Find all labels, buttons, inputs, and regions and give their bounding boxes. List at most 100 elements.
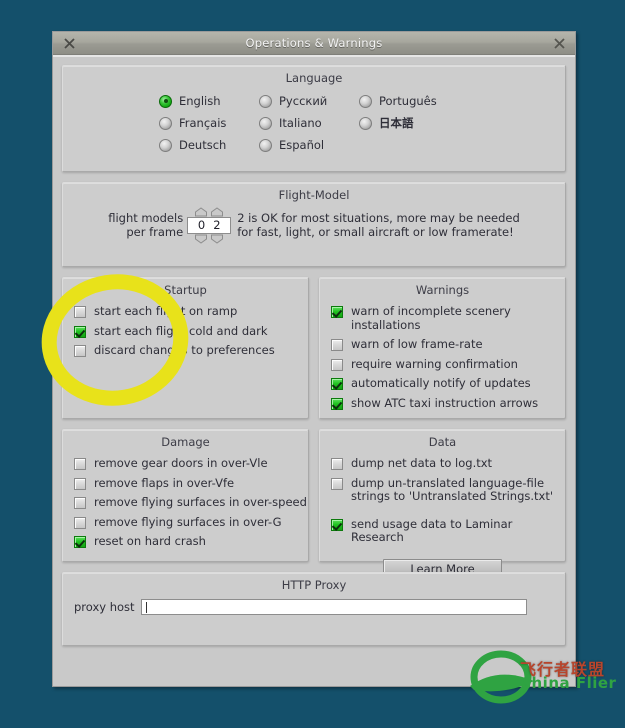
close-icon-left[interactable] [61,35,77,51]
checkbox-row[interactable]: remove gear doors in over-Vle [74,456,308,471]
flight-model-value-box[interactable]: 0 2 [187,206,232,244]
checkbox-icon[interactable] [331,339,343,351]
checkbox-label: start each flight cold and dark [94,323,268,338]
checkbox-row[interactable]: start each flight on ramp [74,304,308,319]
text-caret [145,602,147,613]
checkbox-row[interactable]: send usage data to Laminar Research [331,517,565,545]
checkbox-row[interactable]: reset on hard crash [74,534,308,549]
language-option-espanol[interactable]: Español [259,137,359,153]
radio-icon[interactable] [159,138,172,152]
checkbox-icon[interactable] [331,458,343,470]
checkbox-label: automatically notify of updates [351,376,531,390]
flight-model-body: flight models per frame 0 2 2 is OK for … [63,202,565,251]
data-checkbox-list: dump net data to log.txt dump un-transla… [320,449,565,555]
language-option-label: 日本語 [379,116,414,130]
checkbox-row[interactable]: remove flaps in over-Vfe [74,476,308,491]
checkbox-row[interactable]: automatically notify of updates [331,376,565,391]
checkbox-icon[interactable] [74,477,86,490]
radio-icon[interactable] [259,94,272,108]
checkbox-icon-checked[interactable] [74,536,86,548]
checkbox-label: warn of low frame-rate [351,337,483,351]
language-radio-grid: English Français Deutsch Русский Italian… [63,85,565,159]
checkbox-row[interactable]: dump net data to log.txt [331,456,565,471]
checkbox-icon-checked[interactable] [331,518,343,531]
checkbox-label: remove flying surfaces in over-G [94,514,282,529]
flight-model-digit-2: 2 [213,218,221,232]
flight-model-stepper[interactable]: 0 2 [187,206,232,244]
checkbox-label: warn of incomplete scenery installations [351,304,511,332]
flight-model-group-title: Flight-Model [278,188,350,202]
language-option-japanese[interactable]: 日本語 [359,115,469,131]
checkbox-label: reset on hard crash [94,534,206,548]
checkbox-label: show ATC taxi instruction arrows [351,395,539,410]
checkbox-icon[interactable] [74,306,86,318]
operations-and-warnings-window: Operations & Warnings Language English F… [52,31,576,687]
flight-model-group: Flight-Model flight models per frame 0 2… [62,182,566,267]
http-proxy-group-title: HTTP Proxy [281,578,347,592]
window-title: Operations & Warnings [245,36,383,50]
flight-model-label-line1: flight models [108,211,184,225]
checkbox-label: require warning confirmation [351,356,518,371]
radio-icon[interactable] [259,116,272,130]
checkbox-row[interactable]: dump un-translated language-file strings… [331,475,565,504]
checkbox-icon[interactable] [74,345,86,357]
checkbox-row[interactable]: start each flight cold and dark [74,323,308,339]
flight-model-digits: 0 2 [198,218,221,232]
radio-icon[interactable] [359,94,372,108]
stepper-down-arrows[interactable] [195,234,224,244]
warnings-group: Warnings warn of incomplete scenery inst… [319,277,566,419]
close-icon-right[interactable] [551,35,567,51]
checkbox-icon[interactable] [331,477,343,490]
startup-group: Startup start each flight on ramp start … [62,277,309,419]
damage-group: Damage remove gear doors in over-Vle rem… [62,429,309,562]
checkbox-label: dump net data to log.txt [351,456,493,470]
language-option-label: Français [179,116,227,130]
chevron-up-icon[interactable] [211,206,224,217]
flight-model-hint-line2: for fast, light, or small aircraft or lo… [237,225,514,239]
data-group: Data dump net data to log.txt dump un-tr… [319,429,566,579]
chevron-up-icon[interactable] [195,206,208,217]
checkbox-row[interactable]: warn of incomplete scenery installations [331,304,565,332]
language-option-label: Русский [279,94,328,108]
checkbox-icon-checked[interactable] [74,325,86,338]
damage-checkbox-list: remove gear doors in over-Vle remove fla… [63,449,308,559]
checkbox-icon[interactable] [74,516,86,529]
http-proxy-body: proxy host [63,592,565,627]
checkbox-icon-checked[interactable] [331,397,343,410]
checkbox-row[interactable]: warn of low frame-rate [331,337,565,352]
window-client-area: Language English Français Deutsch Русски… [53,55,575,686]
chevron-down-icon[interactable] [211,234,224,244]
language-option-francais[interactable]: Français [159,115,259,131]
checkbox-row[interactable]: show ATC taxi instruction arrows [331,395,565,411]
startup-checkbox-list: start each flight on ramp start each fli… [63,297,308,368]
language-option-russian[interactable]: Русский [259,93,359,109]
checkbox-label: remove flying surfaces in over-speed [94,495,307,509]
language-option-portugues[interactable]: Português [359,93,469,109]
checkbox-icon-checked[interactable] [331,306,343,318]
radio-icon[interactable] [359,116,372,130]
radio-icon[interactable] [259,138,272,152]
checkbox-icon[interactable] [74,497,86,509]
flight-model-digit-1: 0 [197,218,206,232]
chevron-down-icon[interactable] [195,234,208,244]
checkbox-icon[interactable] [331,358,343,371]
language-option-deutsch[interactable]: Deutsch [159,137,259,153]
language-option-italiano[interactable]: Italiano [259,115,359,131]
checkbox-row[interactable]: remove flying surfaces in over-speed [74,495,308,510]
language-group: Language English Français Deutsch Русски… [62,65,566,172]
radio-icon[interactable] [159,116,172,130]
language-option-english[interactable]: English [159,93,259,109]
flight-model-label: flight models per frame [108,211,183,239]
checkbox-row[interactable]: require warning confirmation [331,356,565,372]
checkbox-row[interactable]: remove flying surfaces in over-G [74,514,308,530]
language-option-label: Português [379,94,437,108]
radio-icon-selected[interactable] [159,94,172,108]
warnings-group-title: Warnings [415,283,470,297]
checkbox-icon[interactable] [74,458,86,470]
checkbox-row[interactable]: discard changes to preferences [74,343,308,358]
proxy-host-input[interactable] [140,599,527,615]
checkbox-icon-checked[interactable] [331,378,343,390]
checkbox-label: dump un-translated language-file strings… [351,475,554,503]
stepper-up-arrows[interactable] [195,206,224,217]
data-group-title: Data [428,435,457,449]
